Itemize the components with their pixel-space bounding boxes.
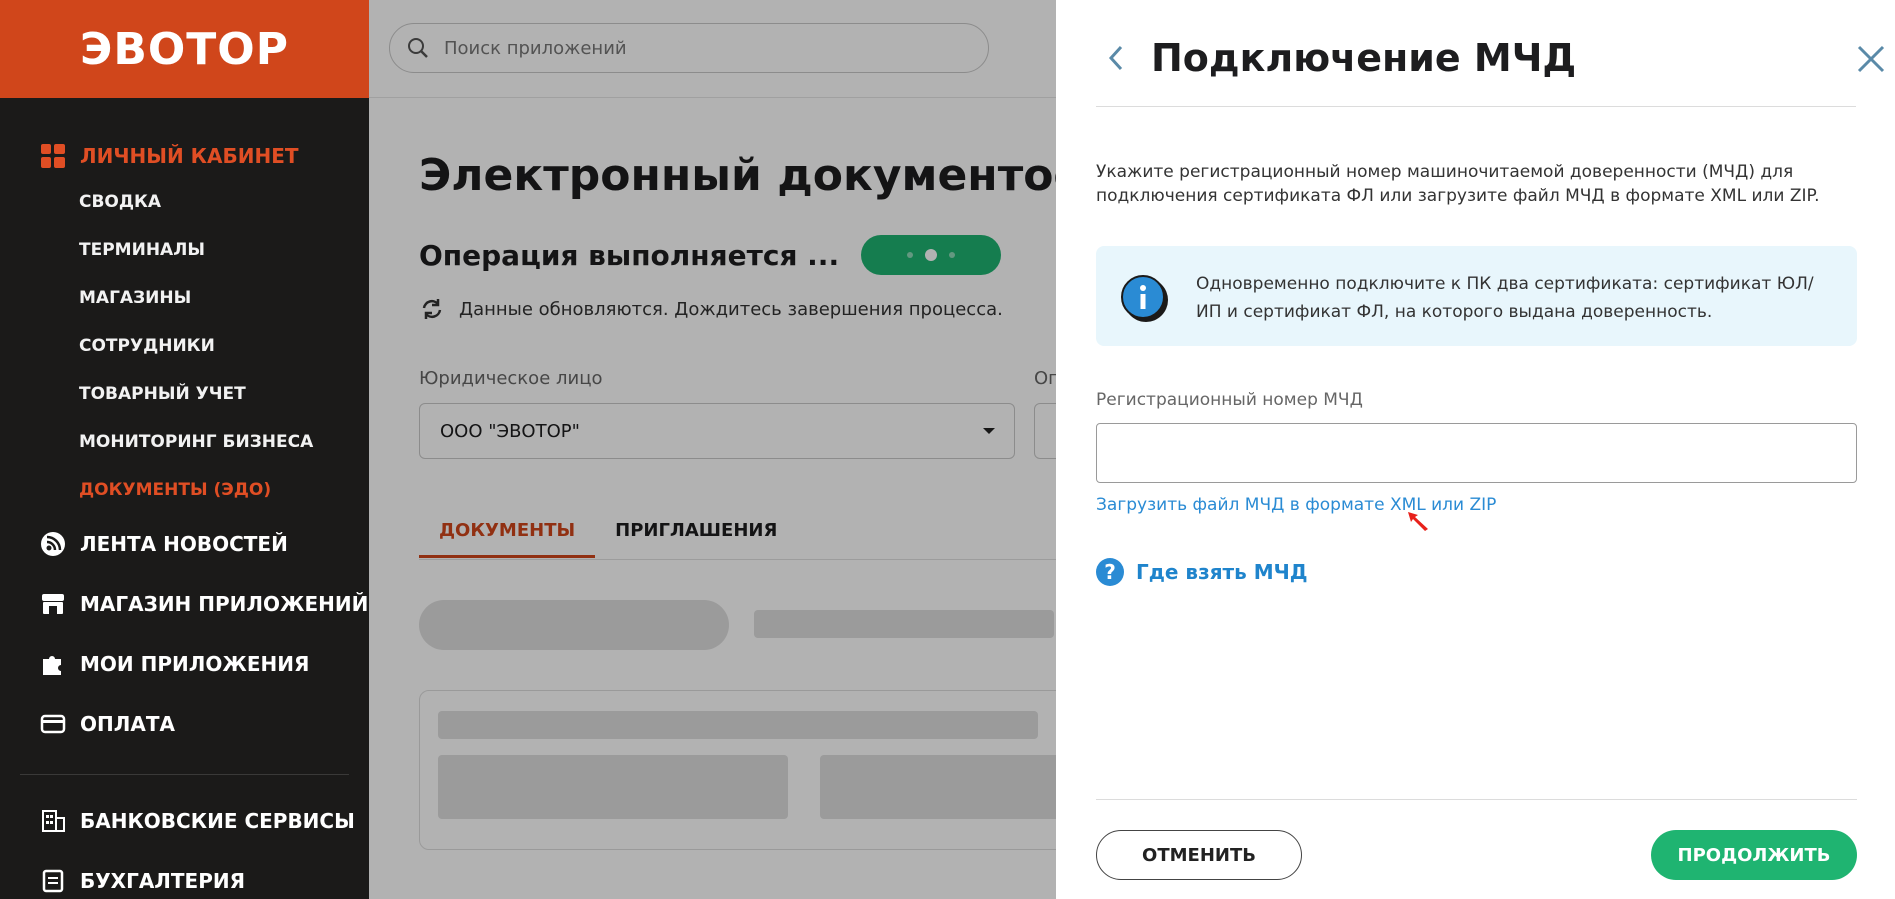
back-chevron-icon[interactable] bbox=[1106, 44, 1126, 72]
sidebar-subitem-terminals[interactable]: ТЕРМИНАЛЫ bbox=[0, 226, 369, 274]
sidebar-subitem-employees[interactable]: СОТРУДНИКИ bbox=[0, 322, 369, 370]
info-banner: Одновременно подключите к ПК два сертифи… bbox=[1096, 246, 1857, 346]
info-icon bbox=[1121, 275, 1168, 322]
upload-file-link[interactable]: Загрузить файл МЧД в формате XML или ZIP bbox=[1096, 495, 1496, 515]
sidebar-item-label: ОПЛАТА bbox=[80, 712, 175, 736]
logo-bar[interactable]: ЭВОТОР bbox=[0, 0, 369, 98]
bank-icon bbox=[40, 808, 66, 834]
sidebar-item-label: МОИ ПРИЛОЖЕНИЯ bbox=[80, 652, 310, 676]
sidebar: ЭВОТОР ЛИЧНЫЙ КАБИНЕТ СВОДКА ТЕРМИНАЛЫ М… bbox=[0, 0, 369, 899]
mouse-cursor-icon bbox=[1408, 512, 1428, 531]
document-icon bbox=[40, 868, 66, 894]
sidebar-item-label: БУХГАЛТЕРИЯ bbox=[80, 869, 246, 893]
sidebar-item-my-apps[interactable]: МОИ ПРИЛОЖЕНИЯ bbox=[0, 634, 369, 694]
where-to-get-link[interactable]: ? Где взять МЧД bbox=[1096, 558, 1308, 586]
drawer-header: Подключение МЧД bbox=[1096, 0, 1885, 107]
cancel-button[interactable]: ОТМЕНИТЬ bbox=[1096, 830, 1302, 880]
sidebar-item-news[interactable]: ЛЕНТА НОВОСТЕЙ bbox=[0, 514, 369, 574]
mchd-number-label: Регистрационный номер МЧД bbox=[1096, 390, 1363, 410]
mchd-number-input[interactable] bbox=[1096, 423, 1857, 483]
sidebar-item-label: ЛЕНТА НОВОСТЕЙ bbox=[80, 532, 288, 556]
sidebar-item-accounting[interactable]: БУХГАЛТЕРИЯ bbox=[0, 851, 369, 899]
continue-button[interactable]: ПРОДОЛЖИТЬ bbox=[1651, 830, 1857, 880]
sidebar-subitem-monitoring[interactable]: МОНИТОРИНГ БИЗНЕСА bbox=[0, 418, 369, 466]
help-question-icon: ? bbox=[1096, 558, 1124, 586]
sidebar-item-banking[interactable]: БАНКОВСКИЕ СЕРВИСЫ bbox=[0, 791, 369, 851]
sidebar-subitem-summary[interactable]: СВОДКА bbox=[0, 178, 369, 226]
puzzle-icon bbox=[40, 651, 66, 677]
where-to-get-label: Где взять МЧД bbox=[1136, 560, 1308, 584]
evotor-logo[interactable]: ЭВОТОР bbox=[80, 24, 289, 75]
news-feed-icon bbox=[40, 531, 66, 557]
drawer-description: Укажите регистрационный номер машиночита… bbox=[1096, 162, 1820, 206]
dashboard-icon bbox=[40, 143, 66, 169]
close-icon[interactable] bbox=[1856, 44, 1886, 74]
mchd-drawer: Подключение МЧД Укажите регистрационный … bbox=[1056, 0, 1895, 899]
sidebar-nav: ЛИЧНЫЙ КАБИНЕТ СВОДКА ТЕРМИНАЛЫ МАГАЗИНЫ… bbox=[0, 98, 369, 899]
sidebar-subitem-documents[interactable]: ДОКУМЕНТЫ (ЭДО) bbox=[0, 466, 369, 514]
sidebar-item-label: БАНКОВСКИЕ СЕРВИСЫ bbox=[80, 809, 355, 833]
drawer-title: Подключение МЧД bbox=[1151, 36, 1577, 80]
sidebar-item-label: ЛИЧНЫЙ КАБИНЕТ bbox=[80, 144, 299, 168]
info-text: Одновременно подключите к ПК два сертифи… bbox=[1196, 274, 1814, 322]
sidebar-item-payment[interactable]: ОПЛАТА bbox=[0, 694, 369, 754]
sidebar-item-label: МАГАЗИН ПРИЛОЖЕНИЙ bbox=[80, 592, 369, 616]
sidebar-subitem-inventory[interactable]: ТОВАРНЫЙ УЧЕТ bbox=[0, 370, 369, 418]
sidebar-subitem-stores[interactable]: МАГАЗИНЫ bbox=[0, 274, 369, 322]
footer-divider bbox=[1096, 799, 1857, 800]
credit-card-icon bbox=[40, 711, 66, 737]
sidebar-item-cabinet[interactable]: ЛИЧНЫЙ КАБИНЕТ bbox=[0, 134, 369, 178]
store-icon bbox=[40, 591, 66, 617]
sidebar-divider bbox=[20, 774, 349, 775]
sidebar-item-app-store[interactable]: МАГАЗИН ПРИЛОЖЕНИЙ bbox=[0, 574, 369, 634]
